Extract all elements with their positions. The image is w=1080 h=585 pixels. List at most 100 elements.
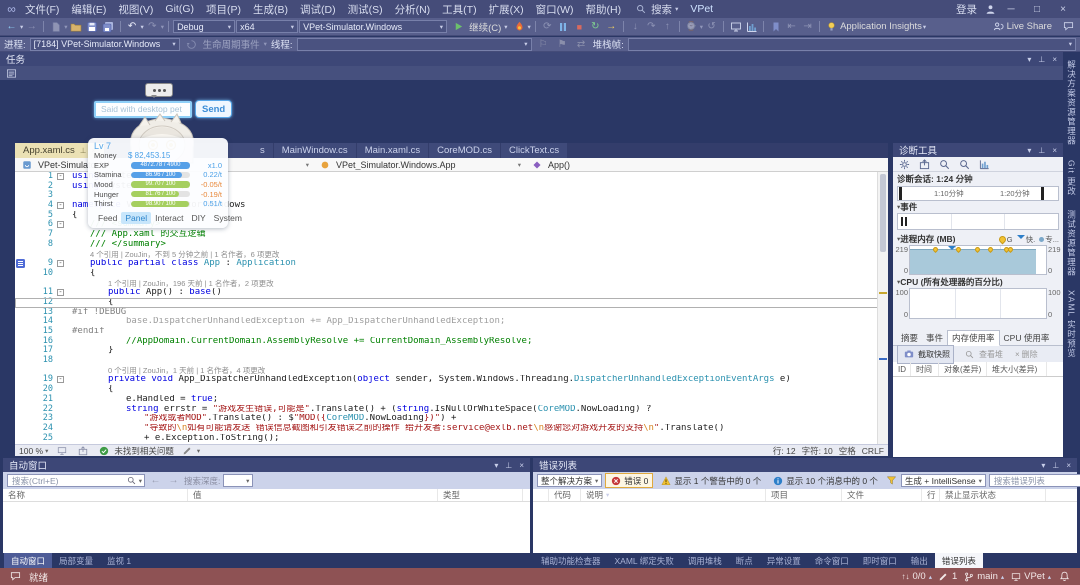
apply-code-changes-icon[interactable]: ⟳: [540, 19, 555, 34]
nav-back-icon[interactable]: ←: [4, 19, 19, 34]
tool-tab-监视 1[interactable]: 监视 1: [100, 553, 138, 568]
profile-icon[interactable]: [983, 2, 998, 17]
show-next-statement-icon[interactable]: →: [604, 19, 619, 34]
tool-tab-辅助功能检查器[interactable]: 辅助功能检查器: [534, 553, 608, 568]
document-tab-ClickText.cs[interactable]: ClickText.cs: [501, 143, 568, 158]
fold-box-icon[interactable]: -: [57, 260, 64, 268]
next-bookmark-icon[interactable]: ⇥: [800, 19, 815, 34]
close-icon[interactable]: ×: [519, 461, 524, 470]
config-combo[interactable]: Debug ▾: [173, 20, 236, 33]
menu-item-调试D[interactable]: 调试(D): [294, 2, 342, 17]
pin-icon[interactable]: ⊥: [1052, 461, 1059, 470]
error-column-说明[interactable]: 说明 ▾: [581, 489, 766, 501]
events-header[interactable]: ▾ 事件: [893, 201, 1063, 213]
error-list-titlebar[interactable]: 错误列表 ▾ ⊥ ×: [533, 458, 1077, 472]
save-icon[interactable]: [85, 19, 100, 34]
cpu-chart[interactable]: [909, 288, 1047, 319]
menu-item-项目P[interactable]: 项目(P): [200, 2, 247, 17]
editor-scrollbar[interactable]: [877, 172, 888, 444]
platform-combo[interactable]: x64 ▾: [236, 20, 299, 33]
menu-search[interactable]: 搜索 ▾: [627, 2, 684, 17]
error-column-项目[interactable]: 项目: [766, 489, 842, 501]
column-indicator[interactable]: 字符: 10: [802, 445, 833, 457]
source-filter-combo[interactable]: 生成 + IntelliSense ▾: [900, 474, 986, 487]
redo-icon[interactable]: ↷: [145, 19, 160, 34]
pet-tab-Panel[interactable]: Panel: [121, 211, 152, 224]
document-tab-CoreMOD.cs[interactable]: CoreMOD.cs: [429, 143, 501, 158]
right-tab-测试资源管理器[interactable]: 测试资源管理器: [1066, 210, 1078, 277]
git-repo-status[interactable]: VPet ▴: [1010, 571, 1051, 582]
menu-item-窗口W[interactable]: 窗口(W): [530, 2, 580, 17]
maximize-button[interactable]: □: [1024, 4, 1050, 15]
menu-item-视图V[interactable]: 视图(V): [112, 2, 159, 17]
close-icon[interactable]: ×: [1066, 461, 1071, 470]
feedback-speech-icon[interactable]: [8, 569, 23, 584]
break-all-icon[interactable]: [556, 19, 571, 34]
pin-icon[interactable]: ⊥: [1038, 55, 1045, 64]
table-column-对象(差异)[interactable]: 对象(差异): [939, 362, 987, 376]
breadcrumb-type[interactable]: VPet_Simulator.Windows.App ▾: [313, 158, 525, 171]
tool-tab-XAML 绑定失败[interactable]: XAML 绑定失败: [608, 553, 681, 568]
error-column-文件[interactable]: 文件: [842, 489, 922, 501]
menu-item-生成B[interactable]: 生成(B): [247, 2, 294, 17]
thread-combo[interactable]: ▾: [296, 37, 532, 51]
fold-box-icon[interactable]: -: [57, 202, 64, 210]
error-column-行[interactable]: 行: [922, 489, 940, 501]
window-menu-icon[interactable]: ▾: [1041, 461, 1045, 470]
pet-tab-DIY[interactable]: DIY: [187, 212, 209, 224]
right-tab-解决方案资源管理器[interactable]: 解决方案资源管理器: [1066, 60, 1078, 146]
zoom-select[interactable]: 100 % ▾: [19, 446, 48, 456]
timeline-ruler[interactable]: 1:10分钟 1:20分钟: [897, 186, 1059, 201]
menu-vpet[interactable]: VPet: [684, 3, 719, 15]
settings-gear-icon[interactable]: [897, 157, 912, 172]
prev-bookmark-icon[interactable]: ⇤: [784, 19, 799, 34]
continue-button[interactable]: 继续(C) ▾: [448, 19, 510, 34]
hot-reload-flame-icon[interactable]: [512, 19, 527, 34]
error-column-代码[interactable]: 代码: [549, 489, 581, 501]
table-column-时间[interactable]: 时间: [911, 362, 939, 376]
code-health-indicator[interactable]: 未找到相关问题: [96, 443, 174, 458]
close-button[interactable]: ×: [1050, 4, 1076, 15]
depth-combo[interactable]: ▾: [223, 474, 254, 487]
cpu-header[interactable]: ▾ CPU (所有处理器的百分比): [893, 275, 1063, 288]
pet-tab-Interact[interactable]: Interact: [151, 212, 187, 224]
diag-tab-摘要[interactable]: 摘要: [897, 331, 922, 345]
lifecycle-label[interactable]: 生命周期事件: [203, 37, 260, 51]
tool-tab-输出[interactable]: 输出: [904, 553, 935, 568]
zoom-out-icon[interactable]: [957, 157, 972, 172]
warnings-filter-button[interactable]: 显示 1 个警告中的 0 个: [656, 474, 765, 487]
autos-column-值[interactable]: 值: [188, 489, 438, 501]
nav-back-icon[interactable]: ←: [148, 473, 163, 488]
error-column-禁止显示状态[interactable]: 禁止显示状态: [940, 489, 1046, 501]
fold-box-icon[interactable]: -: [57, 376, 64, 384]
tool-tab-命令窗口[interactable]: 命令窗口: [808, 553, 856, 568]
tool-tab-异常设置[interactable]: 异常设置: [760, 553, 808, 568]
fold-box-icon[interactable]: -: [57, 173, 64, 180]
process-combo[interactable]: [7184] VPet-Simulator.Windows ▾: [29, 37, 180, 51]
save-all-icon[interactable]: [101, 19, 116, 34]
pin-icon[interactable]: ⊥: [505, 461, 512, 470]
autos-titlebar[interactable]: 自动窗口 ▾ ⊥ ×: [3, 458, 530, 472]
tool-tab-局部变量[interactable]: 局部变量: [52, 553, 100, 568]
spaces-indicator[interactable]: 空格: [839, 445, 856, 457]
stack-frame-combo[interactable]: ▾: [627, 37, 1076, 51]
error-search[interactable]: ▾: [988, 474, 1080, 487]
autos-column-名称[interactable]: 名称: [3, 489, 188, 501]
pending-edits-status[interactable]: 1: [938, 571, 957, 582]
tool-tab-即时窗口[interactable]: 即时窗口: [856, 553, 904, 568]
tool-tab-错误列表[interactable]: 错误列表: [934, 553, 983, 568]
delete-button[interactable]: × 删除: [1011, 347, 1042, 362]
selection-handle[interactable]: [899, 187, 902, 200]
menu-item-测试S[interactable]: 测试(S): [342, 2, 389, 17]
memory-header[interactable]: ▾ 进程内存 (MB) G 快. 专...: [893, 233, 1063, 245]
diagnostics-titlebar[interactable]: 诊断工具 ▾ ⊥ ×: [893, 143, 1063, 157]
document-outline-icon[interactable]: [54, 443, 69, 458]
message-filter-icon[interactable]: [885, 473, 898, 488]
tool-tab-调用堆栈[interactable]: 调用堆栈: [681, 553, 729, 568]
menu-item-分析N[interactable]: 分析(N): [389, 2, 437, 17]
close-icon[interactable]: ×: [1052, 146, 1057, 155]
document-tab-Main.xaml.cs[interactable]: Main.xaml.cs: [356, 143, 429, 158]
window-menu-icon[interactable]: ▾: [1027, 55, 1031, 64]
minimize-button[interactable]: ─: [998, 4, 1024, 15]
tool-tab-断点[interactable]: 断点: [729, 553, 760, 568]
